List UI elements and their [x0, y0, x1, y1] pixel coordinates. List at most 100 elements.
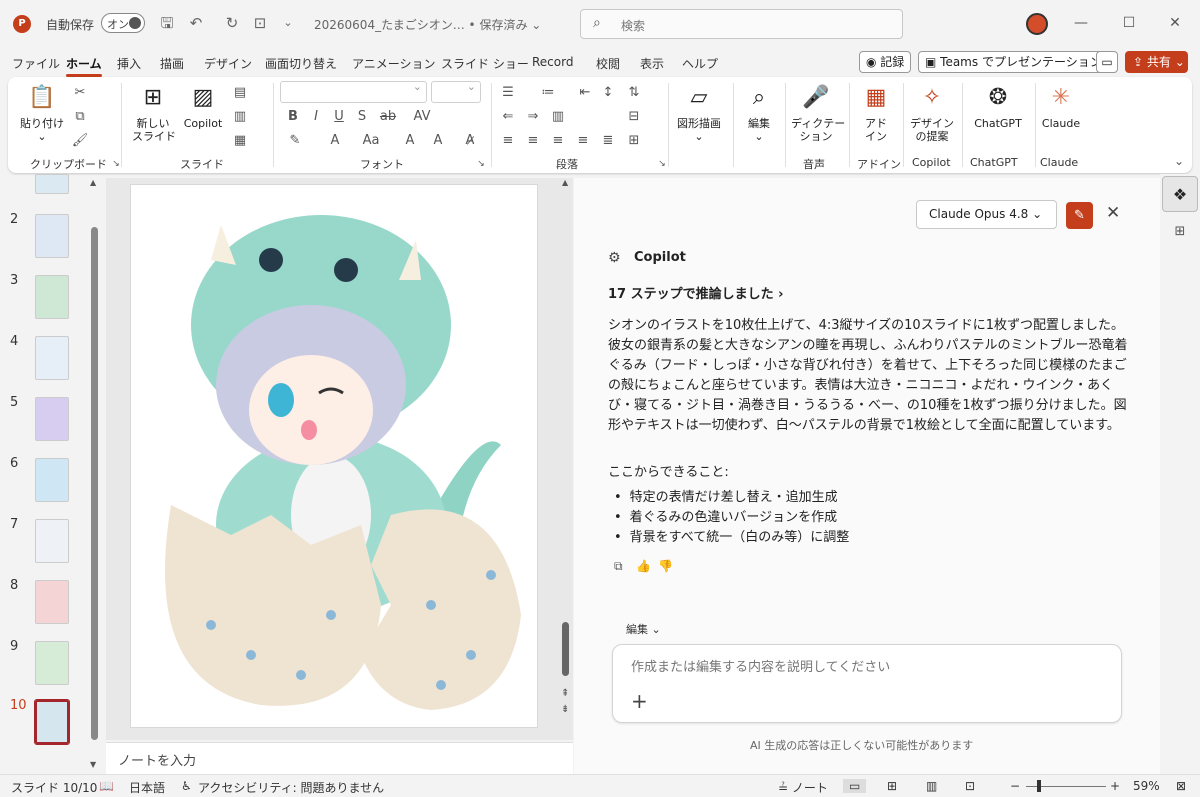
save-icon[interactable]: 🖫 — [157, 13, 177, 33]
slide-canvas[interactable] — [130, 184, 538, 728]
decrease-indent-icon[interactable]: ⇤ — [575, 83, 595, 103]
edit-mode-dropdown[interactable]: 編集 ⌄ — [626, 621, 661, 637]
teams-present-button[interactable]: ▣ Teams でプレゼンテーション — [918, 51, 1109, 73]
copy-icon[interactable]: ⧉ — [70, 107, 90, 127]
line-spacing-icon[interactable]: ↕ — [598, 83, 618, 103]
dictate-button[interactable]: 🎤 ディクテー ション — [791, 83, 845, 143]
align-left-icon[interactable]: ≡ — [498, 131, 518, 151]
change-case-icon[interactable]: Aa — [361, 131, 381, 151]
model-selector[interactable]: Claude Opus 4.8 ⌄ — [916, 200, 1057, 229]
slide-thumbnail-8[interactable] — [35, 580, 69, 624]
numbering-icon[interactable]: ≔ — [538, 83, 558, 103]
fit-to-window-icon[interactable]: ⊠ — [1176, 779, 1186, 793]
document-title[interactable]: 20260604_たまごシオン… • 保存済み ⌄ — [314, 16, 541, 33]
scroll-up-icon[interactable]: ▲ — [90, 178, 96, 187]
reset-icon[interactable]: ▥ — [230, 107, 250, 127]
slide-thumbnail-3[interactable] — [35, 275, 69, 319]
slide-thumbnail-9[interactable] — [35, 641, 69, 685]
indent-right-icon[interactable]: ⇒ — [523, 107, 543, 127]
minimize-icon[interactable]: — — [1066, 11, 1096, 35]
scrollbar-thumb[interactable] — [562, 622, 569, 676]
close-window-icon[interactable]: ✕ — [1160, 11, 1190, 35]
tab-animations[interactable]: アニメーション — [352, 55, 436, 72]
justify-icon[interactable]: ≡ — [573, 131, 593, 151]
new-slide-button[interactable]: ⊞ 新しい スライド — [132, 83, 176, 143]
zoom-in-icon[interactable]: + — [1110, 779, 1120, 793]
slide-scrollbar[interactable]: ▲ ⇞ ⇟ — [560, 178, 572, 740]
thumbnails-scrollbar[interactable]: ▲ ▼ — [90, 178, 100, 774]
comments-button[interactable]: ▭ — [1096, 51, 1118, 73]
cut-icon[interactable]: ✂ — [70, 83, 90, 103]
slide-thumbnail-10[interactable] — [34, 699, 70, 745]
normal-view-icon[interactable]: ▭ — [843, 779, 867, 793]
align-right-icon[interactable]: ≡ — [548, 131, 568, 151]
close-pane-icon[interactable]: ✕ — [1106, 203, 1120, 223]
addins-sidebar-icon[interactable]: ⊞ — [1162, 214, 1198, 250]
undo-icon[interactable]: ↶ — [186, 13, 206, 33]
record-button[interactable]: ◉ 記録 — [859, 51, 912, 73]
next-slide-icon[interactable]: ⇟ — [561, 704, 569, 715]
language-indicator[interactable]: 日本語 — [129, 779, 165, 796]
tab-slideshow[interactable]: スライド ショー — [441, 55, 529, 72]
thumbs-down-icon[interactable]: 👎 — [658, 559, 673, 573]
spacing-icon[interactable]: AV — [412, 107, 432, 127]
avatar[interactable] — [1026, 13, 1048, 35]
slide-thumbnail-7[interactable] — [35, 519, 69, 563]
underline-icon[interactable]: U — [329, 107, 349, 127]
thumbs-up-icon[interactable]: 👍 — [636, 559, 651, 573]
tab-help[interactable]: ヘルプ — [682, 55, 718, 72]
tab-review[interactable]: 校閲 — [596, 55, 620, 72]
strikethrough-icon[interactable]: ab — [378, 107, 398, 127]
notes-toggle-button[interactable]: ≟ ノート — [778, 779, 828, 796]
present-icon[interactable]: ⊡ — [250, 13, 270, 33]
designer-button[interactable]: ✧ デザイン の提案 — [908, 83, 956, 143]
clipboard-launcher-icon[interactable]: ↘ — [106, 154, 126, 174]
edit-button[interactable]: ⌕ 編集 ⌄ — [739, 83, 779, 143]
tab-design[interactable]: デザイン — [204, 55, 252, 72]
italic-icon[interactable]: I — [306, 107, 326, 127]
align-text-icon[interactable]: ⊟ — [624, 107, 644, 127]
add-attachment-icon[interactable]: + — [631, 689, 648, 713]
distribute-icon[interactable]: ≣ — [598, 131, 618, 151]
paragraph-launcher-icon[interactable]: ↘ — [652, 154, 672, 174]
claude-button[interactable]: ✳ Claude — [1039, 83, 1083, 130]
grow-font-icon[interactable]: A — [400, 131, 420, 151]
zoom-level[interactable]: 59% — [1133, 779, 1160, 793]
zoom-out-icon[interactable]: − — [1010, 779, 1020, 793]
shadow-icon[interactable]: S — [352, 107, 372, 127]
redo-icon[interactable]: ↻ — [222, 13, 242, 33]
slideshow-view-icon[interactable]: ⊡ — [965, 779, 975, 793]
tab-draw[interactable]: 描画 — [160, 55, 184, 72]
slide-thumbnail-6[interactable] — [35, 458, 69, 502]
zoom-slider-handle[interactable] — [1037, 780, 1041, 792]
indent-left-icon[interactable]: ⇐ — [498, 107, 518, 127]
tab-insert[interactable]: 挿入 — [117, 55, 141, 72]
drawing-button[interactable]: ▱ 図形描画 ⌄ — [674, 83, 724, 143]
tab-transitions[interactable]: 画面切り替え — [265, 55, 337, 72]
section-icon[interactable]: ▦ — [230, 131, 250, 151]
copilot-sidebar-icon[interactable]: ❖ — [1162, 176, 1198, 212]
copilot-slide-button[interactable]: ▨ Copilot — [181, 83, 225, 130]
font-color-icon[interactable]: A — [325, 131, 345, 151]
slide-counter[interactable]: スライド 10/10 — [11, 779, 97, 796]
accessibility-status[interactable]: アクセシビリティ: 問題ありません — [198, 779, 384, 796]
share-button[interactable]: ⇪ 共有 ⌄ — [1125, 51, 1188, 73]
new-chat-button[interactable]: ✎ — [1066, 202, 1093, 229]
format-painter-icon[interactable]: 🖌 — [70, 131, 90, 151]
slide-thumbnail-2[interactable] — [35, 214, 69, 258]
tab-home[interactable]: ホーム — [66, 55, 102, 77]
text-direction-icon[interactable]: ⇅ — [624, 83, 644, 103]
slide-thumbnail-5[interactable] — [35, 397, 69, 441]
paste-button[interactable]: 📋 貼り付け ⌄ — [20, 83, 64, 143]
scroll-up-icon[interactable]: ▲ — [562, 178, 568, 187]
copy-response-icon[interactable]: ⧉ — [614, 559, 623, 574]
columns-icon[interactable]: ▥ — [548, 107, 568, 127]
smartart-icon[interactable]: ⊞ — [624, 131, 644, 151]
scroll-down-icon[interactable]: ▼ — [90, 760, 96, 769]
prompt-input[interactable]: 作成または編集する内容を説明してください + — [612, 644, 1122, 723]
ribbon-collapse-chevron-icon[interactable]: ⌄ — [1174, 154, 1184, 168]
addins-button[interactable]: ▦ アド イン — [856, 83, 896, 143]
tab-view[interactable]: 表示 — [640, 55, 664, 72]
reasoning-steps-link[interactable]: 17 ステップで推論しました › — [608, 283, 784, 302]
highlight-icon[interactable]: ✎ — [285, 131, 305, 151]
